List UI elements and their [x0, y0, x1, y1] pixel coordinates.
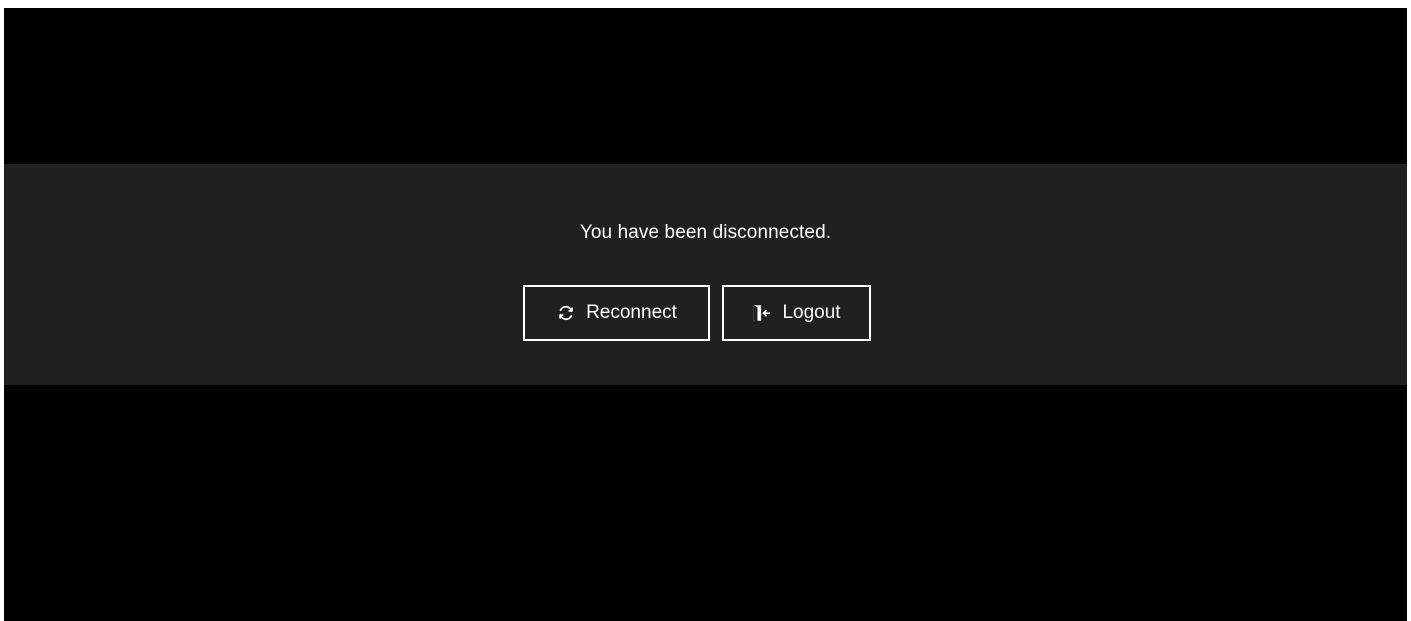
logout-door-icon — [752, 303, 772, 323]
disconnect-banner — [4, 164, 1407, 385]
refresh-icon — [556, 303, 576, 323]
disconnect-actions: Reconnect Logout — [4, 285, 1407, 341]
reconnect-button[interactable]: Reconnect — [523, 285, 710, 341]
reconnect-label: Reconnect — [586, 302, 677, 323]
logout-button[interactable]: Logout — [722, 285, 871, 341]
app-viewport: You have been disconnected. Reconnect Lo… — [4, 8, 1407, 621]
disconnect-message: You have been disconnected. — [579, 222, 832, 243]
logout-label: Logout — [782, 302, 841, 323]
